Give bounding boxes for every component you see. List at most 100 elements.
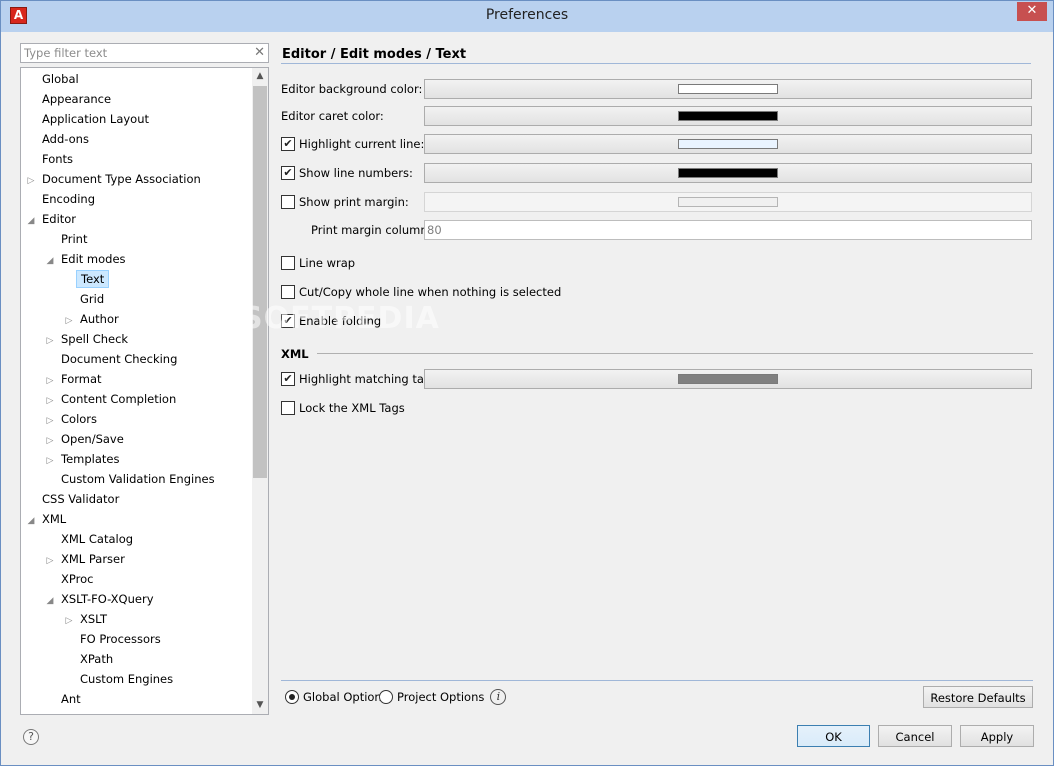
- tree-item[interactable]: ▷ XSLT: [62, 609, 111, 629]
- lock-xml-row[interactable]: Lock the XML Tags: [281, 399, 405, 417]
- settings-panel: Editor / Edit modes / Text Editor backgr…: [281, 32, 1033, 759]
- tree-item[interactable]: Appearance: [24, 89, 115, 109]
- expand-arrow-icon[interactable]: ▷: [43, 431, 57, 451]
- window-title: Preferences: [485, 7, 569, 23]
- tree-item[interactable]: Document Checking: [43, 349, 181, 369]
- tree-item-label: Custom Validation Engines: [61, 472, 215, 486]
- expand-arrow-icon[interactable]: ▷: [62, 611, 76, 631]
- tree-item-label: Colors: [61, 412, 98, 426]
- filter-input[interactable]: [21, 44, 252, 61]
- scroll-thumb[interactable]: [253, 86, 267, 478]
- restore-defaults-button[interactable]: Restore Defaults: [923, 686, 1033, 708]
- lock-xml-label: Lock the XML Tags: [299, 401, 405, 415]
- bg-color-button[interactable]: [424, 79, 1032, 99]
- collapse-arrow-icon[interactable]: ◢: [24, 211, 38, 231]
- tree-item[interactable]: ▷ XML Parser: [43, 549, 129, 569]
- line-wrap-row[interactable]: Line wrap: [281, 254, 355, 272]
- tree-item-label: Custom Engines: [80, 672, 174, 686]
- tree-item[interactable]: ▷ Content Completion: [43, 389, 180, 409]
- tree-item[interactable]: Ant: [43, 689, 85, 709]
- tree-item[interactable]: ▷ Author: [62, 309, 123, 329]
- global-options-radio[interactable]: [285, 689, 299, 704]
- ok-button[interactable]: OK: [797, 725, 870, 747]
- line-wrap-checkbox[interactable]: [281, 255, 295, 270]
- expand-arrow-icon[interactable]: ▷: [43, 551, 57, 571]
- caret-color-button[interactable]: [424, 106, 1032, 126]
- expand-arrow-icon[interactable]: ▷: [43, 411, 57, 431]
- cut-copy-row[interactable]: Cut/Copy whole line when nothing is sele…: [281, 283, 561, 301]
- tree-scrollbar[interactable]: ▲ ▼: [252, 68, 268, 714]
- expand-arrow-icon[interactable]: ▷: [43, 371, 57, 391]
- highlight-line-color-button[interactable]: [424, 134, 1032, 154]
- tree-item-label: XSLT: [80, 612, 108, 626]
- expand-arrow-icon[interactable]: ▷: [24, 171, 38, 191]
- line-numbers-checkbox[interactable]: [281, 165, 295, 180]
- tree-item[interactable]: XPath: [62, 649, 117, 669]
- tree-item[interactable]: Text: [62, 269, 110, 289]
- tree-item[interactable]: Custom Validation Engines: [43, 469, 219, 489]
- expand-arrow-icon[interactable]: ▷: [43, 331, 57, 351]
- tree-item[interactable]: Global: [24, 69, 83, 89]
- collapse-arrow-icon[interactable]: ◢: [43, 251, 57, 271]
- line-numbers-color-button[interactable]: [424, 163, 1032, 183]
- title-bar[interactable]: A Preferences ✕: [1, 1, 1053, 32]
- filter-box: ✕: [20, 43, 269, 63]
- collapse-arrow-icon[interactable]: ◢: [24, 511, 38, 531]
- print-margin-checkbox[interactable]: [281, 194, 295, 209]
- expand-arrow-icon[interactable]: ▷: [43, 391, 57, 411]
- scroll-up-arrow-icon[interactable]: ▲: [252, 68, 268, 85]
- xml-section-divider: [317, 353, 1033, 354]
- tree-item[interactable]: Grid: [62, 289, 108, 309]
- tree-item-label: XML: [42, 512, 67, 526]
- clear-filter-icon[interactable]: ✕: [254, 45, 265, 60]
- tree-item[interactable]: ▷ Spell Check: [43, 329, 132, 349]
- tree-item[interactable]: Application Layout: [24, 109, 153, 129]
- tree-item[interactable]: CSS Validator: [24, 489, 123, 509]
- lock-xml-checkbox[interactable]: [281, 400, 295, 415]
- tree-item-label: XSLT-FO-XQuery: [61, 592, 154, 606]
- close-window-button[interactable]: ✕: [1017, 2, 1047, 21]
- highlight-tag-row[interactable]: Highlight matching tag:: [281, 370, 435, 388]
- tree-item[interactable]: XProc: [43, 569, 97, 589]
- tree-item[interactable]: ▷ Document Type Association: [24, 169, 205, 189]
- highlight-tag-checkbox[interactable]: [281, 371, 295, 386]
- tree-item-label: Spell Check: [61, 332, 129, 346]
- expand-arrow-icon[interactable]: ▷: [43, 451, 57, 471]
- print-margin-row[interactable]: Show print margin:: [281, 193, 409, 211]
- tree-item[interactable]: ▷ Open/Save: [43, 429, 128, 449]
- tree-item[interactable]: ◢ XML: [24, 509, 70, 529]
- tree-item[interactable]: ▷ Templates: [43, 449, 123, 469]
- tree-item[interactable]: ◢ Edit modes: [43, 249, 130, 269]
- highlight-line-row[interactable]: Highlight current line:: [281, 135, 424, 153]
- collapse-arrow-icon[interactable]: ◢: [43, 591, 57, 611]
- tree-item[interactable]: ◢ XSLT-FO-XQuery: [43, 589, 158, 609]
- tree-item[interactable]: ▷ Colors: [43, 409, 101, 429]
- apply-button[interactable]: Apply: [960, 725, 1034, 747]
- project-options-radio-row[interactable]: Project Options i: [379, 688, 507, 706]
- tree-item[interactable]: Print: [43, 229, 91, 249]
- tree-item[interactable]: Custom Engines: [62, 669, 177, 689]
- tree-item[interactable]: XML Catalog: [43, 529, 137, 549]
- scroll-down-arrow-icon[interactable]: ▼: [252, 697, 268, 714]
- highlight-line-label: Highlight current line:: [299, 137, 425, 151]
- info-icon[interactable]: i: [490, 688, 507, 705]
- highlight-tag-color-button[interactable]: [424, 369, 1032, 389]
- tree-item[interactable]: Add-ons: [24, 129, 93, 149]
- project-options-radio[interactable]: [379, 689, 393, 704]
- print-margin-column-input[interactable]: 80: [424, 220, 1032, 240]
- line-numbers-row[interactable]: Show line numbers:: [281, 164, 413, 182]
- help-icon[interactable]: ?: [23, 729, 39, 745]
- cut-copy-checkbox[interactable]: [281, 284, 295, 299]
- tree-item[interactable]: Fonts: [24, 149, 77, 169]
- bg-color-label: Editor background color:: [281, 82, 423, 96]
- tree-item[interactable]: ◢ Editor: [24, 209, 80, 229]
- highlight-line-checkbox[interactable]: [281, 136, 295, 151]
- cancel-button[interactable]: Cancel: [878, 725, 952, 747]
- tree-item[interactable]: ▷ Format: [43, 369, 106, 389]
- expand-arrow-icon[interactable]: ▷: [62, 311, 76, 331]
- tree-item-label: XML Catalog: [61, 532, 134, 546]
- tree-item[interactable]: Encoding: [24, 189, 99, 209]
- tree-item-label: Text: [76, 270, 110, 288]
- global-options-radio-row[interactable]: Global Options: [285, 688, 388, 706]
- tree-item[interactable]: FO Processors: [62, 629, 165, 649]
